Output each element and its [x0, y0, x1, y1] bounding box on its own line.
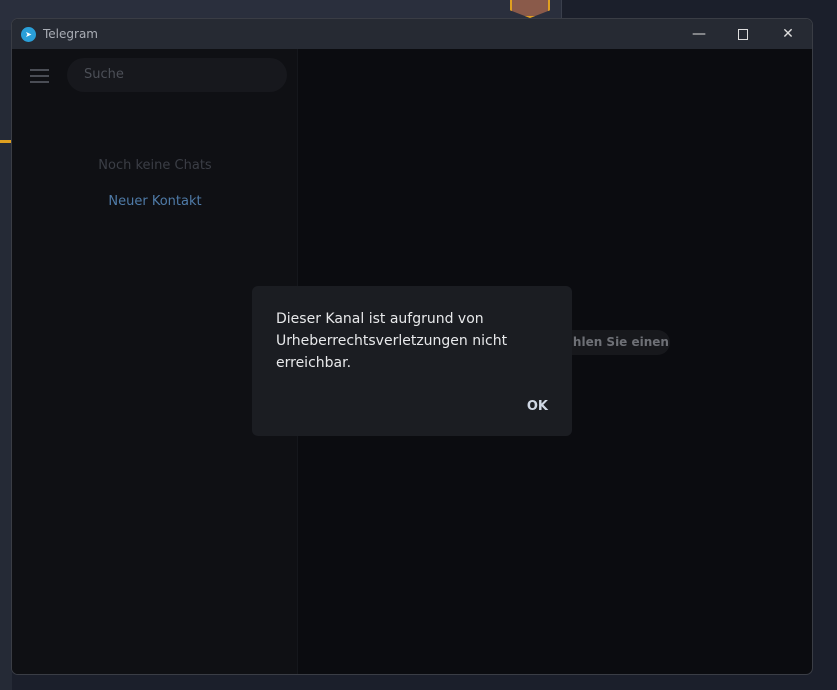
- maximize-icon: [738, 28, 748, 40]
- minimize-icon: —: [692, 26, 706, 42]
- search-input[interactable]: [67, 58, 287, 92]
- telegram-window: ➤ Telegram — ✕ Noch keine Chats Neuer Ko…: [11, 18, 813, 675]
- telegram-logo-icon: ➤: [21, 26, 36, 42]
- title-bar[interactable]: ➤ Telegram — ✕: [12, 19, 812, 49]
- error-dialog: Dieser Kanal ist aufgrund von Urheberrec…: [252, 286, 572, 436]
- maximize-button[interactable]: [720, 19, 766, 49]
- hamburger-menu-icon[interactable]: [30, 69, 49, 83]
- new-contact-link[interactable]: Neuer Kontakt: [12, 194, 298, 209]
- close-icon: ✕: [782, 26, 794, 42]
- window-title: Telegram: [43, 27, 98, 41]
- ok-button[interactable]: OK: [527, 399, 548, 414]
- empty-chats-text: Noch keine Chats: [98, 158, 212, 173]
- dialog-message: Dieser Kanal ist aufgrund von Urheberrec…: [276, 311, 508, 371]
- close-button[interactable]: ✕: [765, 19, 811, 49]
- minimize-button[interactable]: —: [676, 19, 722, 49]
